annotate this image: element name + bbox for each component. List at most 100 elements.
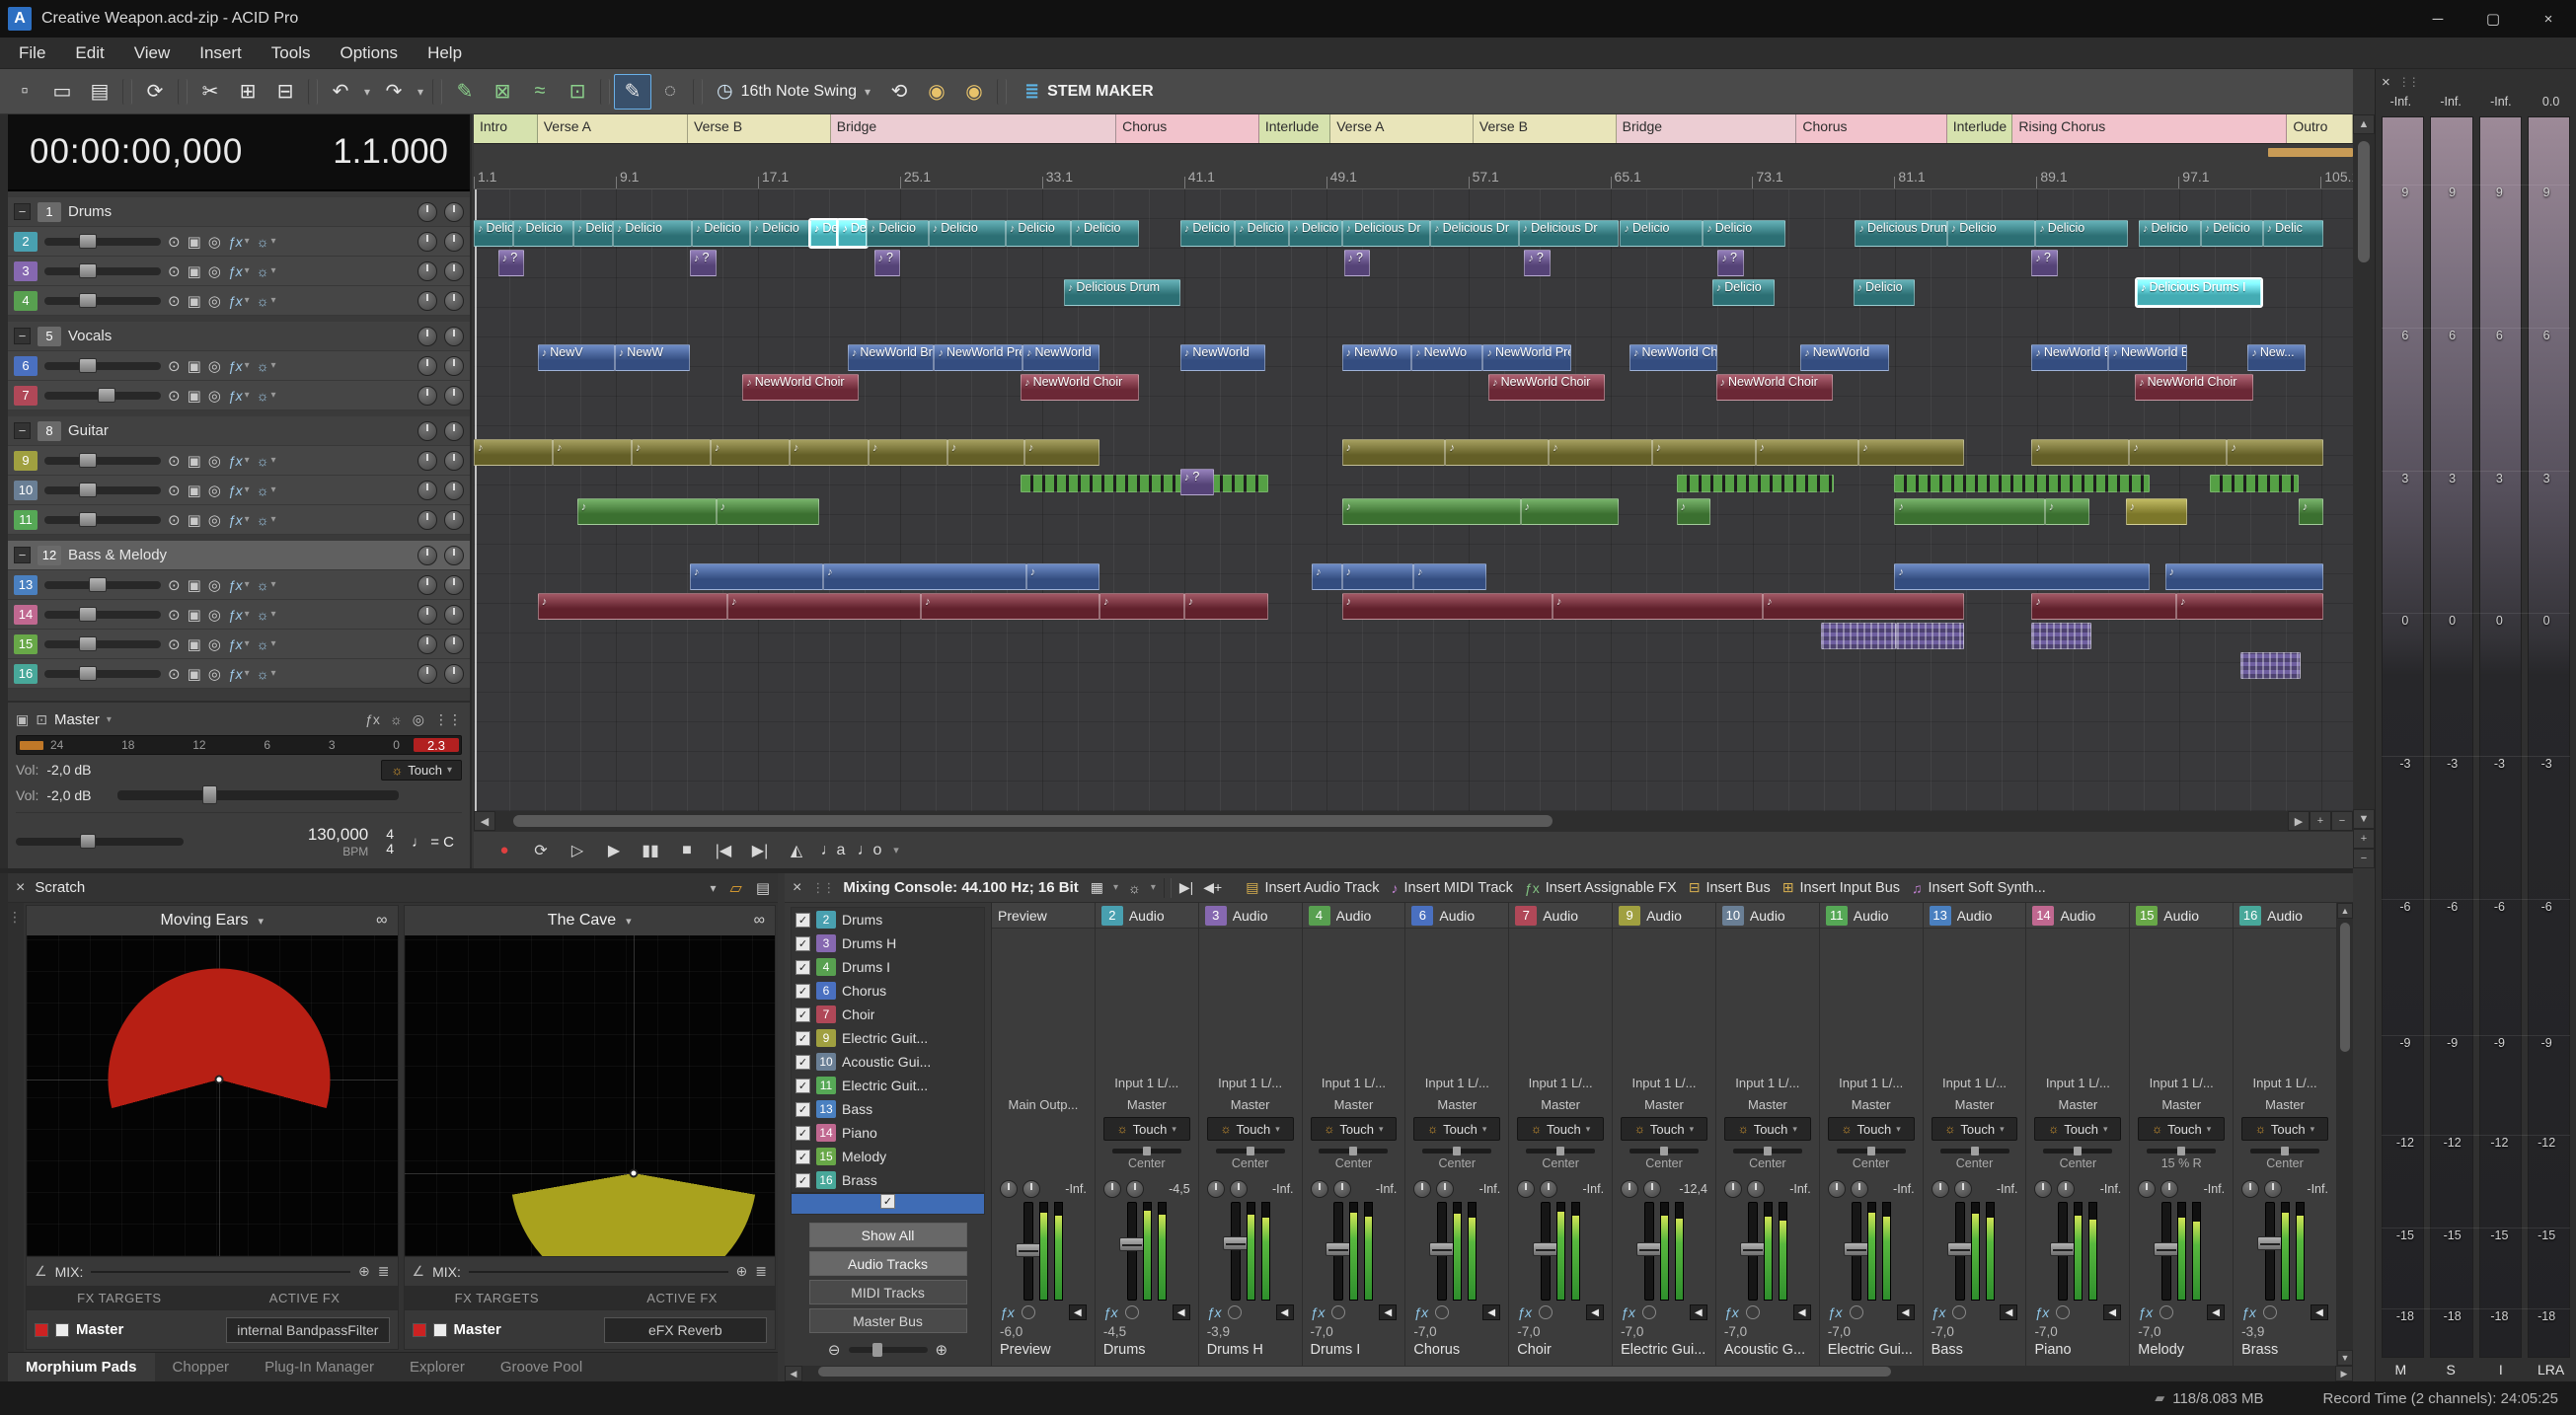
channel-list-item[interactable]: ✓ ⊡ Master <box>792 1192 984 1215</box>
solo-button[interactable]: ◎ <box>208 606 221 624</box>
automation-mode-button[interactable]: ☼ Touch ▾ <box>1207 1117 1294 1141</box>
automation-mode-button[interactable]: ☼ Touch ▾ <box>1621 1117 1707 1141</box>
insert-button[interactable]: ▤ Insert Audio Track <box>1246 879 1379 896</box>
audio-clip[interactable] <box>1521 498 1619 525</box>
channel-fx-button[interactable]: ƒx <box>2241 1304 2256 1320</box>
zoom-in-button[interactable]: + <box>2310 811 2331 831</box>
output-routing[interactable]: Master <box>1199 1093 1302 1115</box>
master-bus-name[interactable]: Master <box>54 711 100 728</box>
send-knob[interactable] <box>1828 1180 1846 1198</box>
channel-fx-button[interactable]: ƒx <box>1621 1304 1635 1320</box>
toolbar-button[interactable] <box>693 79 703 105</box>
toolbar-button[interactable]: ◉ <box>918 74 955 110</box>
section-marker[interactable]: Interlude <box>1947 114 2013 143</box>
toolbar-button[interactable]: ◌ <box>651 74 689 110</box>
toolbar-button[interactable] <box>600 79 610 105</box>
audio-clip[interactable] <box>1896 623 1964 649</box>
track-volume-slider[interactable] <box>44 670 161 678</box>
send-knob[interactable] <box>1000 1180 1018 1198</box>
pan-control[interactable]: Center <box>1096 1143 1198 1176</box>
audio-clip[interactable] <box>690 563 823 590</box>
mute-speaker-button[interactable]: ◀ <box>1690 1304 1707 1320</box>
automation-mode-button[interactable]: ☼ Touch ▾ <box>1932 1117 2018 1141</box>
scrollbar-thumb[interactable] <box>2340 923 2350 1052</box>
stem-maker-button[interactable]: ≣ STEM MAKER <box>1024 81 1154 102</box>
collapse-button[interactable]: − <box>14 422 31 439</box>
pan-control[interactable]: Center <box>1199 1143 1302 1176</box>
audio-clip[interactable] <box>2031 623 2091 649</box>
volume-fader[interactable] <box>1541 1202 1551 1301</box>
track-row[interactable]: − 10 ⊙ ▣ ◎ ƒx▾ ☼▾ <box>8 476 470 505</box>
chevron-down-icon[interactable]: ▾ <box>107 714 112 725</box>
channel-visible-checkbox[interactable]: ✓ <box>796 1173 810 1188</box>
mixer-channel-strip[interactable]: 11 Audio Input 1 L/... Master ☼ Touch ▾ <box>1820 903 1924 1366</box>
track-height-slider[interactable] <box>16 838 184 846</box>
time-signature[interactable]: 4 4 <box>386 827 394 856</box>
output-routing[interactable]: Master <box>1303 1093 1405 1115</box>
track-fx-button[interactable]: ƒx▾ <box>228 263 250 279</box>
audio-clip[interactable] <box>1021 475 1268 492</box>
output-routing[interactable]: Master <box>1613 1093 1715 1115</box>
track-fx-button[interactable]: ƒx▾ <box>228 358 250 374</box>
mixer-header-button[interactable] <box>1164 878 1172 898</box>
audio-clip[interactable]: Delicio <box>1289 220 1341 247</box>
mute-button[interactable]: ▣ <box>188 292 201 310</box>
mute-button[interactable]: ▣ <box>188 482 201 499</box>
audio-clip[interactable]: Delicio <box>1006 220 1072 247</box>
record-arm-button[interactable]: ⊙ <box>168 292 181 310</box>
input-routing[interactable]: Input 1 L/... <box>1199 1072 1302 1093</box>
input-routing[interactable]: Input 1 L/... <box>1405 1072 1508 1093</box>
pan-knob[interactable] <box>417 261 437 281</box>
more-icon[interactable]: ⋮⋮ <box>434 711 462 728</box>
audio-clip[interactable]: Delicio <box>692 220 750 247</box>
phase-button[interactable] <box>1539 1305 1553 1319</box>
pan-knob[interactable] <box>444 546 464 565</box>
mix-slider[interactable] <box>91 1271 350 1273</box>
input-routing[interactable]: Input 1 L/... <box>1820 1072 1923 1093</box>
target-icon[interactable]: ⊕ <box>358 1263 370 1280</box>
phase-button[interactable] <box>1125 1305 1139 1319</box>
solo-button[interactable]: ◎ <box>208 665 221 683</box>
pan-knob[interactable] <box>444 634 464 654</box>
channel-visible-checkbox[interactable]: ✓ <box>796 984 810 999</box>
channel-filter-button[interactable]: Master Bus <box>809 1308 967 1333</box>
toolbar-button[interactable]: ⊠ <box>484 74 521 110</box>
solo-button[interactable]: ◎ <box>208 262 221 280</box>
track-row[interactable]: − 16 ⊙ ▣ ◎ ƒx▾ ☼▾ <box>8 659 470 689</box>
audio-clip[interactable] <box>1342 498 1521 525</box>
sliders-icon[interactable]: ≣ <box>378 1263 390 1280</box>
track-row[interactable]: − 11 ⊙ ▣ ◎ ƒx▾ ☼▾ <box>8 505 470 535</box>
menu-item[interactable]: Options <box>325 37 413 69</box>
audio-clip[interactable]: NewWorld <box>1180 344 1265 371</box>
audio-clip[interactable]: NewWorld Choir <box>1021 374 1139 401</box>
output-routing[interactable]: Master <box>2130 1093 2233 1115</box>
pan-control[interactable]: Center <box>1924 1143 2026 1176</box>
audio-clip[interactable] <box>823 563 1026 590</box>
mute-button[interactable]: ▣ <box>188 511 201 529</box>
audio-clip[interactable]: Delicio <box>2139 220 2201 247</box>
close-icon[interactable]: × <box>793 879 801 897</box>
audio-clip[interactable] <box>538 593 727 620</box>
menu-item[interactable]: Insert <box>185 37 257 69</box>
phase-button[interactable] <box>1850 1305 1863 1319</box>
scroll-left-button[interactable]: ◀ <box>474 811 495 831</box>
track-volume-slider[interactable] <box>44 611 161 619</box>
channel-visible-checkbox[interactable]: ✓ <box>796 1055 810 1070</box>
track-row[interactable]: − 8 Guitar ⊙ ▣ ◎ ƒx▾ ☼▾ <box>8 416 470 446</box>
volume-fader[interactable] <box>2058 1202 2068 1301</box>
scroll-right-button[interactable]: ▶ <box>2335 1366 2353 1381</box>
mute-speaker-button[interactable]: ◀ <box>2311 1304 2328 1320</box>
toolbar-button[interactable] <box>432 79 442 105</box>
track-row[interactable]: − 2 ⊙ ▣ ◎ ƒx▾ ☼▾ <box>8 227 470 257</box>
audio-clip[interactable]: Delic <box>474 220 513 247</box>
mute-button[interactable]: ▣ <box>188 635 201 653</box>
phase-button[interactable] <box>1228 1305 1242 1319</box>
volume-fader[interactable] <box>1023 1202 1033 1301</box>
pan-knob[interactable] <box>444 510 464 530</box>
zoom-out-icon[interactable]: ⊖ <box>828 1341 841 1359</box>
toolbar-button[interactable]: ✎ <box>446 74 484 110</box>
close-icon[interactable]: × <box>16 879 25 897</box>
sliders-icon[interactable]: ≣ <box>755 1263 767 1280</box>
track-row[interactable]: − 4 ⊙ ▣ ◎ ƒx▾ ☼▾ <box>8 286 470 316</box>
mute-speaker-button[interactable]: ◀ <box>1586 1304 1604 1320</box>
